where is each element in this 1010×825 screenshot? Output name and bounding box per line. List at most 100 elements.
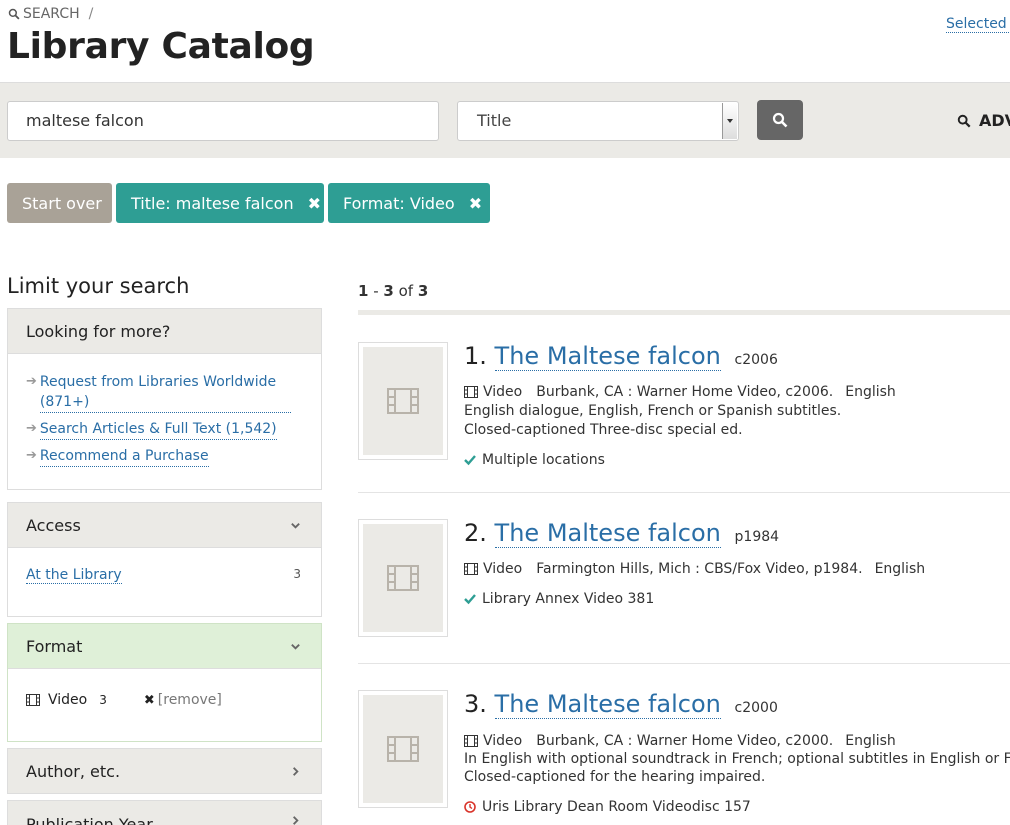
result-title-link[interactable]: The Maltese falcon [494,690,721,719]
check-icon [464,455,476,466]
result-note: In English with optional soundtrack in F… [464,751,1010,767]
result-language: English [874,561,926,577]
availability-label: Uris Library Dean Room Videodisc 157 [482,799,751,815]
result-divider [358,663,1010,664]
looking-for-more-panel: Looking for more? ➔ Request from Librari… [7,308,322,490]
search-field-select[interactable]: Title [457,101,739,141]
author-panel-toggle[interactable]: Author, etc. [8,749,321,793]
search-input[interactable]: maltese falcon [7,101,439,141]
format-panel: Format Video 3 ✖ [remove] [7,623,322,742]
availability-label: Library Annex Video 381 [482,591,655,607]
author-panel: Author, etc. [7,748,322,794]
result-note: Closed-captioned Three-disc special ed. [464,422,743,438]
request-worldwide-link[interactable]: ➔ Request from Libraries Worldwide (871+… [26,372,291,413]
page-title: Library Catalog [7,26,315,67]
result-format-line: Video Burbank, CA : Warner Home Video, c… [464,384,896,400]
result-thumbnail[interactable] [358,519,448,637]
panel-heading-label: Format [26,636,83,656]
film-icon [26,694,40,706]
facet-at-the-library[interactable]: At the Library [26,567,122,584]
result-number: 2. [464,519,487,547]
breadcrumb: SEARCH / [8,6,93,22]
result-note: Closed-captioned for the hearing impaire… [464,769,766,785]
result-format: Video [483,733,523,749]
search-icon [772,112,788,128]
result-publisher: Burbank, CA : Warner Home Video, c2000. [536,733,834,749]
remove-facet-link[interactable]: [remove] [158,692,222,708]
close-icon[interactable]: ✖ [308,194,321,213]
limit-search-heading: Limit your search [7,274,190,298]
results-total: 3 [417,282,429,300]
search-articles-link[interactable]: ➔ Search Articles & Full Text (1,542) [26,419,291,440]
chevron-down-icon [291,522,300,529]
selected-items-link[interactable]: Selected I [946,16,1010,33]
chevron-down-icon[interactable] [722,103,737,139]
close-icon[interactable]: ✖ [144,693,155,708]
facet-count: 3 [99,693,107,707]
results-dash: - [368,282,384,300]
film-icon [387,736,419,762]
chevron-down-icon [291,643,300,650]
film-icon [387,388,419,414]
publication-year-panel: Publication Year [7,800,322,825]
breadcrumb-search-link[interactable]: SEARCH [23,6,80,22]
result-title-link[interactable]: The Maltese falcon [494,342,721,371]
result-format: Video [483,561,523,577]
facet-video-label: Video [48,692,88,708]
looking-for-more-heading: Looking for more? [8,309,321,354]
chevron-right-icon [293,766,299,776]
result-title: 2. The Maltese falcon p1984 [464,519,779,548]
result-title-link[interactable]: The Maltese falcon [494,519,721,548]
advanced-search-link[interactable]: ADV [957,111,1010,130]
results-count: 1 - 3 of 3 [358,282,428,300]
search-icon [8,8,20,20]
result-format-line: Video Farmington Hills, Mich : CBS/Fox V… [464,561,925,577]
link-label: Recommend a Purchase [39,446,209,467]
link-label: Request from Libraries Worldwide (871+) [39,372,291,413]
result-language: English [845,384,896,400]
access-panel-toggle[interactable]: Access [8,503,321,548]
publication-year-panel-toggle[interactable]: Publication Year [8,801,321,825]
film-icon [387,565,419,591]
search-bar: maltese falcon Title ADV [0,82,1010,158]
filter-title-pill[interactable]: Title: maltese falcon ✖ [116,183,324,223]
format-panel-toggle[interactable]: Format [8,624,321,669]
result-publisher: Burbank, CA : Warner Home Video, c2006. [536,384,834,400]
result-availability[interactable]: Multiple locations [464,452,605,468]
results-of: of [393,282,418,300]
start-over-button[interactable]: Start over [7,183,112,223]
search-icon [957,114,971,127]
film-icon [464,735,478,747]
start-over-label: Start over [22,193,102,213]
result-thumbnail[interactable] [358,690,448,808]
search-button[interactable] [757,100,803,140]
clock-icon [464,801,476,813]
results-start: 1 [358,282,369,300]
filter-format-label: Format: Video [343,193,455,213]
search-field-selected: Title [477,111,512,130]
result-number: 3. [464,690,487,718]
panel-heading-label: Access [26,515,81,535]
filter-format-pill[interactable]: Format: Video ✖ [328,183,490,223]
panel-heading-label: Publication Year [26,815,153,825]
result-title: 1. The Maltese falcon c2006 [464,342,778,371]
availability-label: Multiple locations [482,452,605,468]
result-thumbnail[interactable] [358,342,448,460]
result-language: English [845,733,896,749]
advanced-search-label: ADV [979,111,1010,130]
film-icon [464,386,478,398]
result-title: 3. The Maltese falcon c2000 [464,690,778,719]
result-date: c2006 [734,352,778,368]
check-icon [464,594,476,605]
recommend-purchase-link[interactable]: ➔ Recommend a Purchase [26,446,291,467]
result-format-line: Video Burbank, CA : Warner Home Video, c… [464,733,896,749]
result-availability[interactable]: Uris Library Dean Room Videodisc 157 [464,799,751,815]
chevron-right-icon [293,816,299,825]
result-availability[interactable]: Library Annex Video 381 [464,591,654,607]
arrow-right-icon: ➔ [26,374,37,389]
breadcrumb-separator: / [88,6,94,22]
result-note: English dialogue, English, French or Spa… [464,403,842,419]
close-icon[interactable]: ✖ [469,194,482,213]
facet-count: 3 [293,567,301,581]
result-number: 1. [464,342,487,370]
